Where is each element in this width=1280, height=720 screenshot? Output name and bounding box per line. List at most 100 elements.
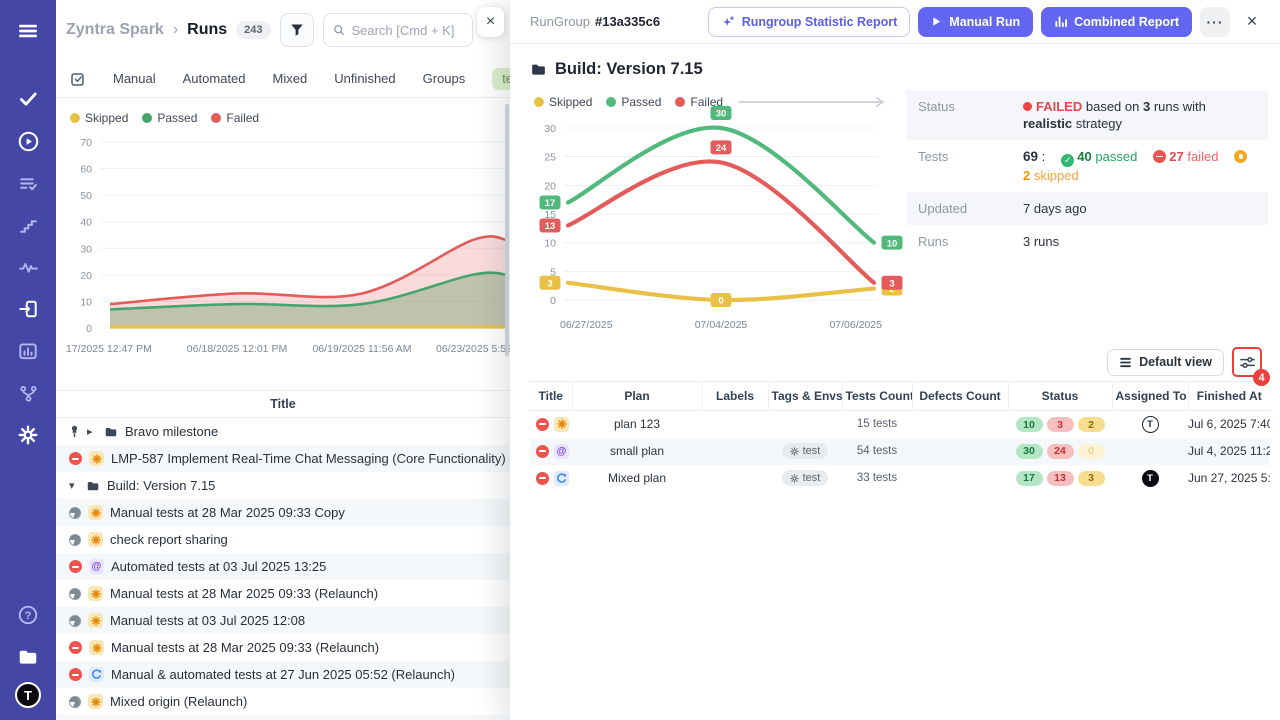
skipped-pill: 3	[1078, 471, 1105, 486]
rungroup-title: RunGroup #13a335c6	[530, 14, 700, 29]
steps-icon[interactable]	[10, 208, 46, 242]
assignee-avatar[interactable]: T	[1142, 470, 1159, 487]
user-avatar[interactable]: T	[15, 682, 41, 708]
table-row[interactable]: plan 12315 tests1032TJul 6, 2025 7:40	[530, 411, 1270, 438]
column-header-tags-envs[interactable]: Tags & Envs	[768, 382, 842, 411]
status-failed-icon	[536, 418, 549, 431]
column-header-plan[interactable]: Plan	[572, 382, 702, 411]
table-toolbar: Default view 4	[530, 348, 1268, 376]
run-title: Manual & automated tests at 27 Jun 2025 …	[111, 667, 455, 682]
search-input[interactable]	[351, 23, 463, 38]
tab-test-work[interactable]: test work	[492, 68, 510, 90]
failed-dot-icon	[1023, 102, 1032, 111]
run-list-item[interactable]: Mixed origin (Relaunch)	[56, 688, 510, 715]
status-progress-icon	[69, 696, 81, 708]
column-header-defects-count[interactable]: Defects Count	[912, 382, 1008, 411]
legend-passed[interactable]: Passed	[142, 111, 197, 125]
breadcrumb-project[interactable]: Zyntra Spark	[66, 21, 164, 39]
pulse-icon[interactable]	[10, 250, 46, 284]
help-icon[interactable]: ?	[10, 598, 46, 632]
scrollbar-thumb[interactable]	[505, 104, 509, 356]
svg-text:06/18/2025 12:01 PM: 06/18/2025 12:01 PM	[187, 343, 287, 355]
column-header-assigned-to[interactable]: Assigned To	[1112, 382, 1188, 411]
manual-run-icon	[88, 613, 103, 628]
view-list-icon	[1119, 356, 1132, 369]
list-check-icon[interactable]	[10, 166, 46, 200]
menu-icon[interactable]	[10, 14, 46, 48]
chevron-right-icon[interactable]: ▸	[87, 425, 97, 438]
tab-manual[interactable]: Manual	[113, 71, 156, 86]
assignee-avatar[interactable]: T	[1142, 416, 1159, 433]
tab-groups[interactable]: Groups	[423, 71, 466, 86]
run-list-item[interactable]: LMP-587 Implement Real-Time Chat Messagi…	[56, 445, 510, 472]
column-header-finished-at[interactable]: Finished At	[1188, 382, 1270, 411]
svg-text:0: 0	[550, 295, 556, 307]
column-header-tests-count[interactable]: Tests Count	[842, 382, 912, 411]
failed-icon	[1153, 150, 1166, 163]
select-checkbox-icon[interactable]	[70, 71, 86, 87]
tab-mixed[interactable]: Mixed	[273, 71, 308, 86]
passed-pill: 17	[1016, 471, 1043, 486]
rungroup-statistic-report-button[interactable]: Rungroup Statistic Report	[708, 7, 911, 37]
manual-run-icon	[89, 640, 104, 655]
drawer-close-button[interactable]: ×	[1238, 8, 1266, 36]
tab-automated[interactable]: Automated	[183, 71, 246, 86]
plan-name[interactable]: Mixed plan	[572, 465, 702, 492]
status-progress-icon	[69, 615, 81, 627]
run-list-item[interactable]: Manual tests at 03 Jul 2025 12:08	[56, 607, 510, 634]
legend-failed[interactable]: Failed	[211, 111, 259, 125]
column-header-labels[interactable]: Labels	[702, 382, 768, 411]
table-settings-button[interactable]: 4	[1234, 349, 1260, 375]
rungroup-id: #13a335c6	[595, 14, 660, 29]
run-list-item[interactable]: Manual tests at 28 Mar 2025 09:33 Copy	[56, 499, 510, 526]
panel-close-button[interactable]: ×	[477, 7, 504, 37]
runs-list: Title ▸Bravo milestoneLMP-587 Implement …	[56, 390, 510, 720]
branch-icon[interactable]	[10, 376, 46, 410]
filter-button[interactable]	[280, 13, 314, 47]
plan-name[interactable]: small plan	[572, 438, 702, 465]
run-list-item[interactable]: Manual & automated tests at 27 Jun 2025 …	[56, 661, 510, 688]
run-list-item[interactable]: ▾Build: Version 7.15	[56, 472, 510, 499]
run-list-item[interactable]: ▸Bravo milestone	[56, 418, 510, 445]
legend-skipped[interactable]: Skipped	[70, 111, 128, 125]
column-header-title[interactable]: Title	[530, 382, 572, 411]
tag-pill: test	[782, 470, 829, 486]
tab-unfinished[interactable]: Unfinished	[334, 71, 395, 86]
folder-icon[interactable]	[10, 640, 46, 674]
run-list-item[interactable]	[56, 715, 510, 720]
more-actions-button[interactable]: ···	[1200, 7, 1230, 37]
folder-icon	[530, 61, 547, 78]
run-list-item[interactable]: @Automated tests at 03 Jul 2025 13:25	[56, 553, 510, 580]
mixed-run-icon	[554, 471, 569, 486]
svg-text:07/06/2025: 07/06/2025	[829, 319, 882, 331]
app-sidebar: ? T	[0, 0, 56, 720]
check-icon[interactable]	[10, 82, 46, 116]
status-progress-icon	[69, 507, 81, 519]
default-view-button[interactable]: Default view	[1107, 349, 1224, 376]
bar-chart-icon[interactable]	[10, 334, 46, 368]
manual-run-button[interactable]: Manual Run	[918, 7, 1033, 37]
svg-text:20: 20	[80, 270, 92, 282]
run-title: Automated tests at 03 Jul 2025 13:25	[111, 559, 326, 574]
run-enter-icon[interactable]	[10, 292, 46, 326]
search-box[interactable]	[323, 13, 474, 47]
svg-text:13: 13	[545, 221, 556, 232]
runs-trend-area-chart: 01020304050607017/2025 12:47 PM06/18/202…	[56, 130, 510, 362]
table-row[interactable]: Mixed plantest33 tests17133TJun 27, 2025…	[530, 465, 1270, 492]
sliders-icon	[1239, 354, 1256, 371]
gear-icon[interactable]	[10, 418, 46, 452]
column-header-status[interactable]: Status	[1008, 382, 1112, 411]
manual-run-icon	[88, 505, 103, 520]
run-list-item[interactable]: Manual tests at 28 Mar 2025 09:33 (Relau…	[56, 580, 510, 607]
plan-name[interactable]: plan 123	[572, 411, 702, 438]
chevron-down-icon[interactable]: ▾	[69, 479, 79, 492]
table-row[interactable]: @small plantest54 tests30240Jul 4, 2025 …	[530, 438, 1270, 465]
play-circle-icon[interactable]	[10, 124, 46, 158]
run-list-item[interactable]: check report sharing	[56, 526, 510, 553]
svg-text:70: 70	[80, 137, 92, 149]
legend-passed[interactable]: Passed	[606, 95, 661, 109]
combined-report-button[interactable]: Combined Report	[1041, 7, 1192, 37]
legend-skipped[interactable]: Skipped	[534, 95, 592, 109]
run-list-item[interactable]: Manual tests at 28 Mar 2025 09:33 (Relau…	[56, 634, 510, 661]
run-title: Manual tests at 28 Mar 2025 09:33 (Relau…	[110, 586, 378, 601]
